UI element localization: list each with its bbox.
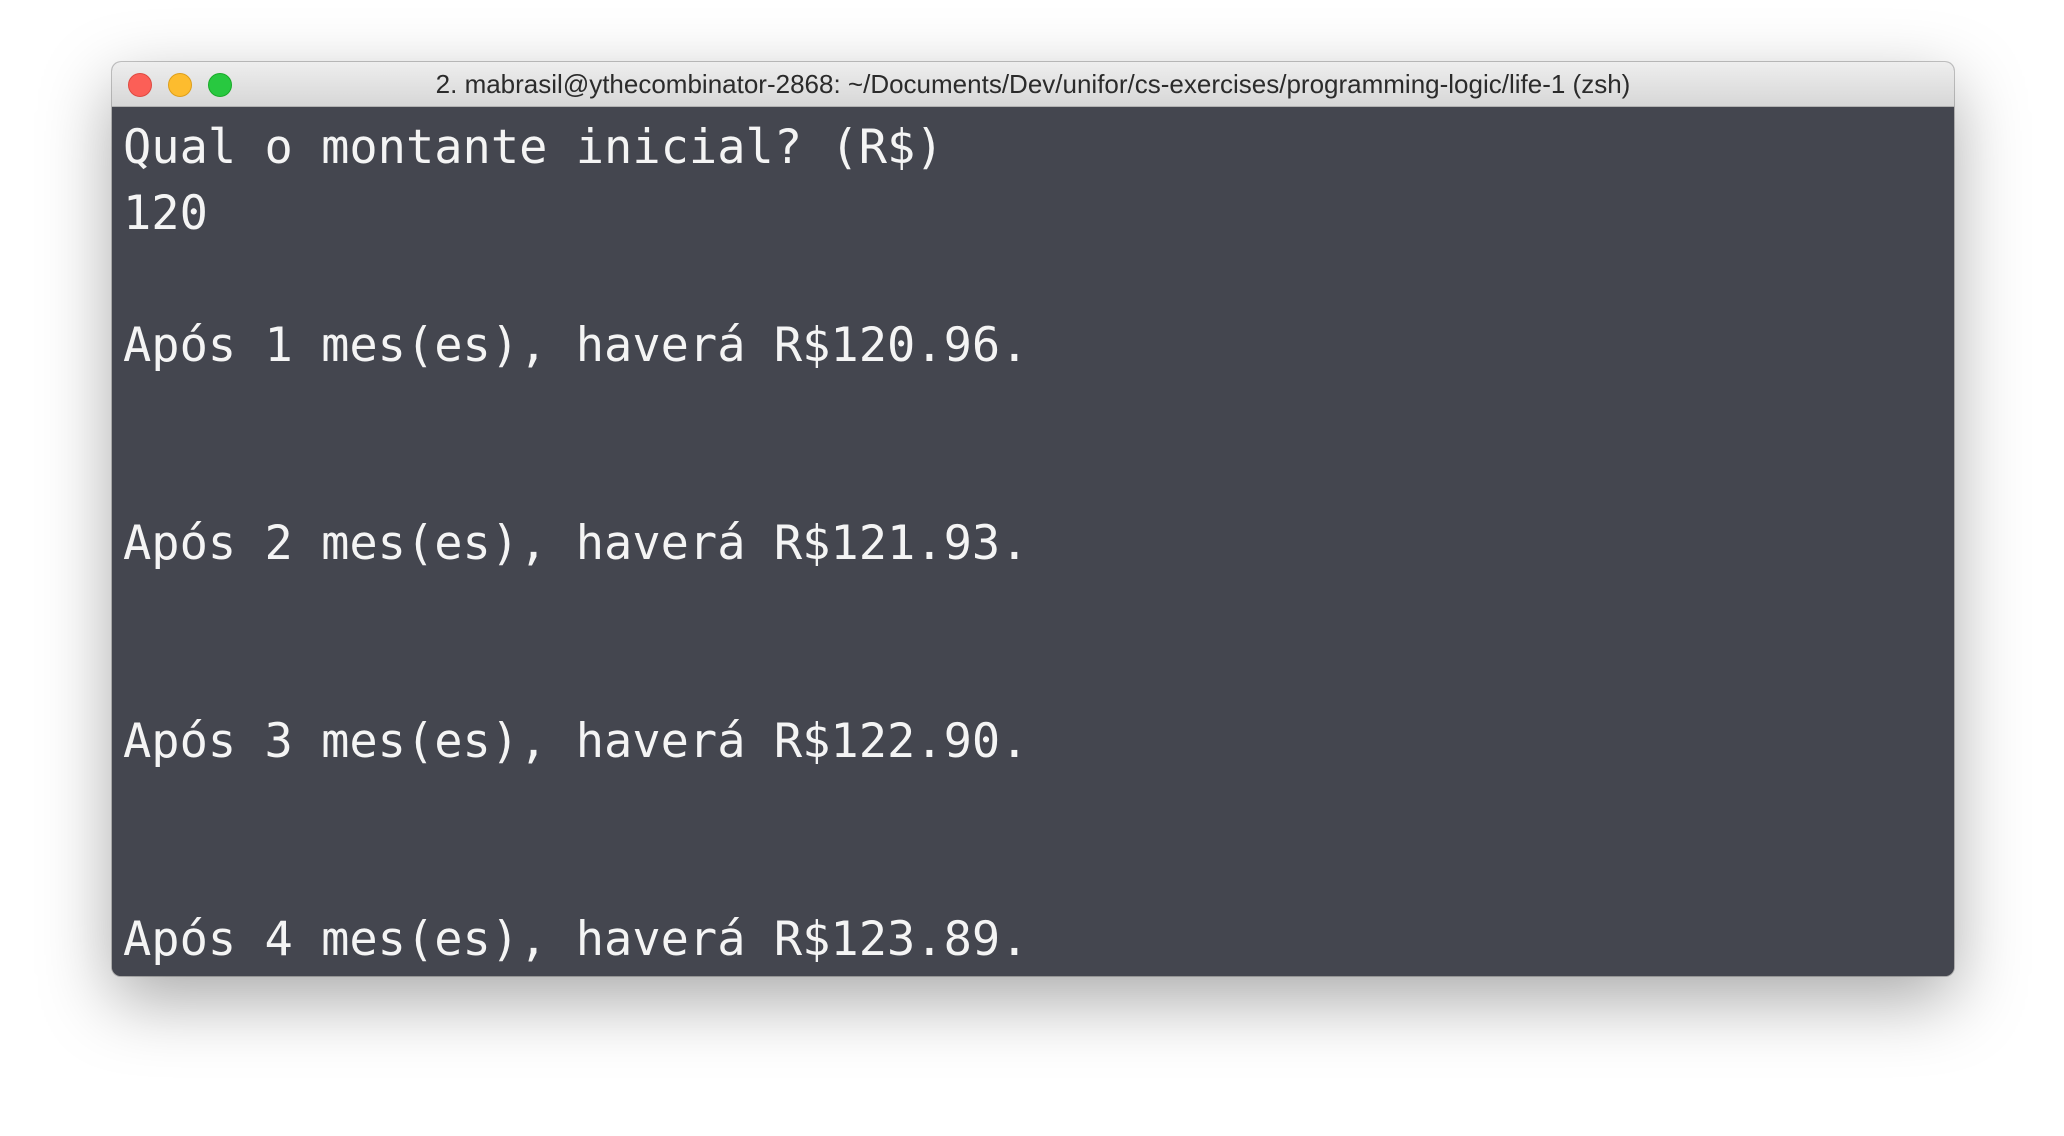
terminal-window: 2. mabrasil@ythecombinator-2868: ~/Docum… xyxy=(112,62,1954,976)
terminal-line: Qual o montante inicial? (R$) xyxy=(123,120,944,175)
title-bar[interactable]: 2. mabrasil@ythecombinator-2868: ~/Docum… xyxy=(112,62,1954,107)
terminal-line: Após 4 mes(es), haverá R$123.89. xyxy=(123,912,1029,967)
terminal-line: Após 1 mes(es), haverá R$120.96. xyxy=(123,318,1029,373)
window-title: 2. mabrasil@ythecombinator-2868: ~/Docum… xyxy=(435,69,1631,99)
terminal-output[interactable]: Qual o montante inicial? (R$) 120 Após 1… xyxy=(112,107,1954,976)
terminal-line: Após 2 mes(es), haverá R$121.93. xyxy=(123,516,1029,571)
terminal-line: Após 3 mes(es), haverá R$122.90. xyxy=(123,714,1029,769)
terminal-line: 120 xyxy=(123,186,208,241)
